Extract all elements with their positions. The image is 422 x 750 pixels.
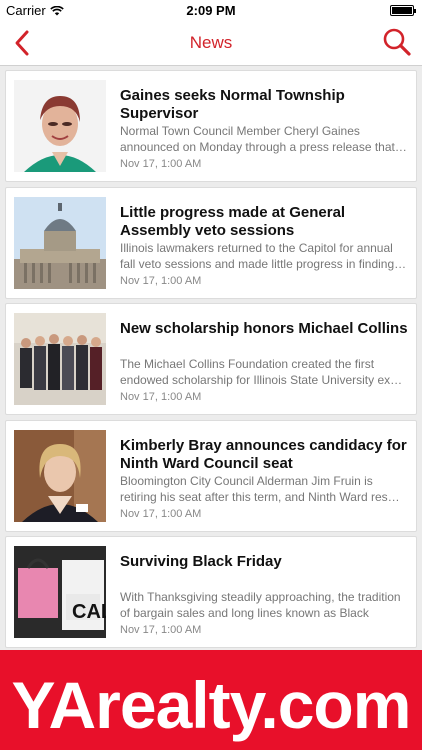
article-title: New scholarship honors Michael Collins <box>120 320 408 337</box>
article-summary: With Thanksgiving steadily approaching, … <box>120 590 401 620</box>
article-title: Kimberly Bray announces candidacy for Ni… <box>120 436 407 472</box>
news-item[interactable]: Kimberly Bray announces candidacy for Ni… <box>5 419 417 532</box>
article-thumbnail <box>14 196 106 289</box>
article-summary: The Michael Collins Foundation created t… <box>120 357 403 387</box>
ad-banner-text: YArealty.com <box>11 668 412 742</box>
article-summary: Illinois lawmakers returned to the Capit… <box>120 240 407 271</box>
article-thumbnail <box>14 429 106 522</box>
news-item[interactable]: CAL Surviving Black Friday With Thanksgi… <box>5 536 417 648</box>
news-item[interactable]: Gaines seeks Normal Township Supervisor … <box>5 70 417 182</box>
article-thumbnail <box>14 313 106 405</box>
navigation-bar: News <box>0 22 422 66</box>
article-thumbnail <box>14 80 106 172</box>
article-title: Little progress made at General Assembly… <box>120 203 346 239</box>
article-date: Nov 17, 1:00 AM <box>120 507 202 520</box>
news-item[interactable]: Little progress made at General Assembly… <box>5 186 417 299</box>
news-list: Gaines seeks Normal Township Supervisor … <box>5 70 417 653</box>
article-thumbnail: CAL <box>14 546 106 638</box>
article-title: Gaines seeks Normal Township Supervisor <box>120 87 345 122</box>
article-date: Nov 17, 1:00 AM <box>120 158 202 170</box>
news-item[interactable]: New scholarship honors Michael Collins T… <box>5 303 417 415</box>
article-date: Nov 17, 1:00 AM <box>120 274 202 287</box>
ad-banner[interactable]: YArealty.com <box>0 650 422 750</box>
search-icon[interactable] <box>382 27 412 57</box>
page-title: News <box>189 33 233 52</box>
article-date: Nov 17, 1:00 AM <box>120 391 202 403</box>
article-date: Nov 17, 1:00 AM <box>120 624 202 636</box>
status-bar: Carrier 2:09 PM <box>0 0 422 22</box>
battery-icon <box>390 5 416 16</box>
svg-text:CAL: CAL <box>72 601 106 623</box>
article-summary: Normal Town Council Member Cheryl Gaines… <box>120 124 407 154</box>
clock: 2:09 PM <box>186 3 236 18</box>
article-title: Surviving Black Friday <box>120 553 282 570</box>
article-summary: Bloomington City Council Alderman Jim Fr… <box>120 473 400 504</box>
